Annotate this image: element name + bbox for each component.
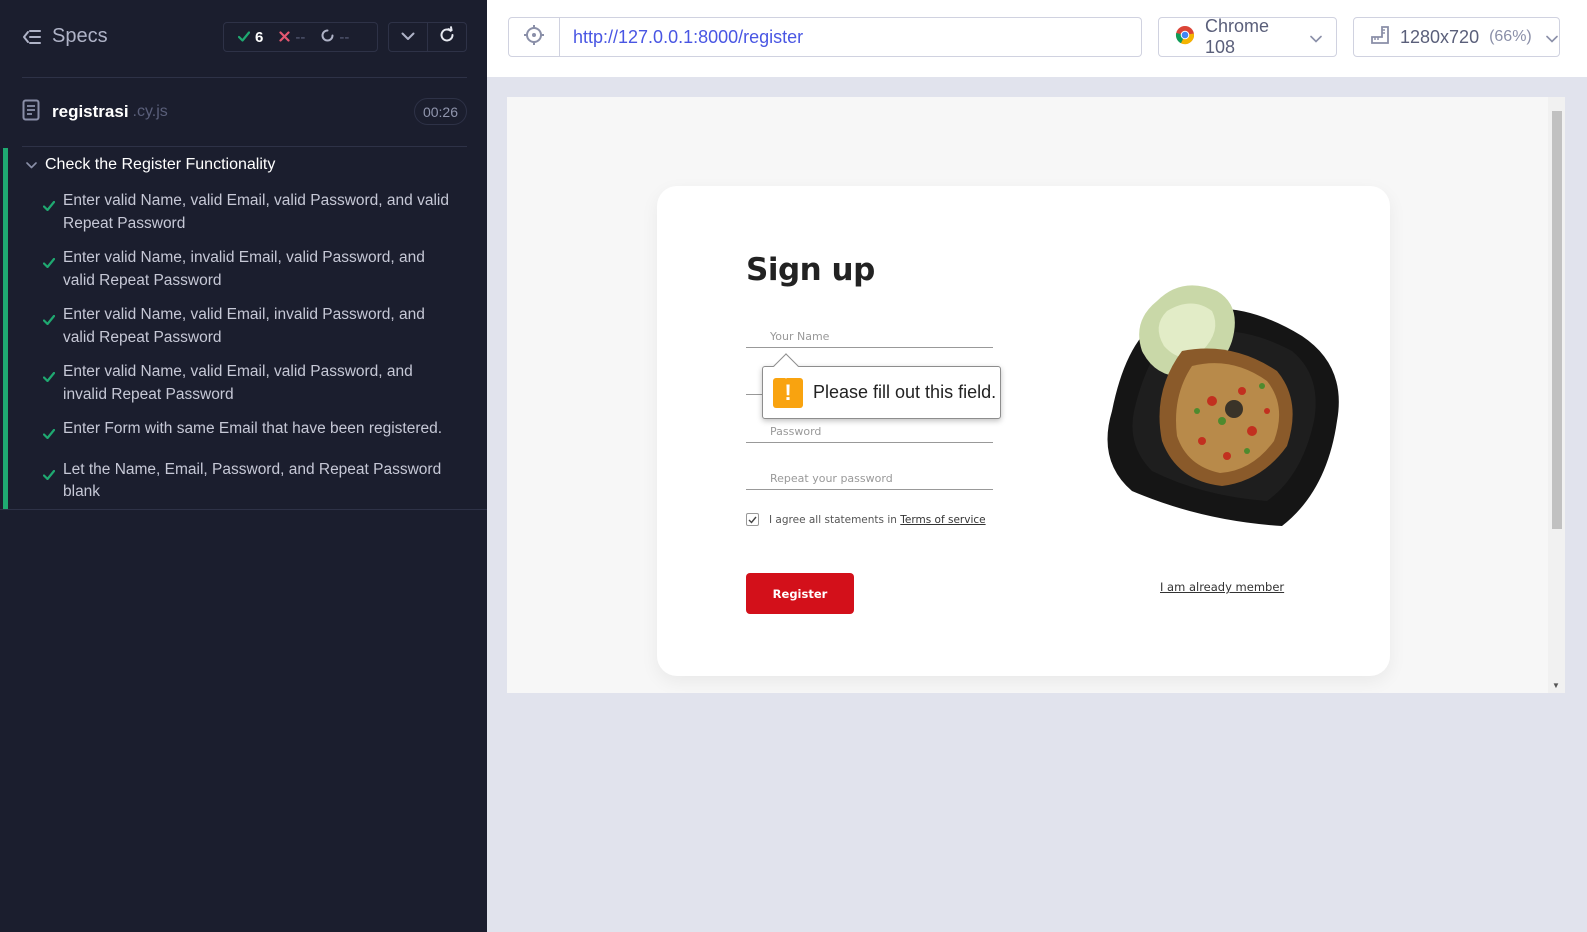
test-stats: 6 -- -- <box>223 22 378 52</box>
file-divider <box>22 146 467 147</box>
preview-scrollbar[interactable]: ▼ <box>1548 97 1565 693</box>
page-title: Sign up <box>746 252 875 288</box>
test-label: Enter valid Name, valid Email, valid Pas… <box>63 363 413 403</box>
test-label: Enter valid Name, invalid Email, valid P… <box>63 249 425 289</box>
refresh-icon <box>438 25 456 49</box>
scrollbar-thumb[interactable] <box>1552 111 1562 529</box>
header-divider <box>22 77 467 78</box>
passed-count: 6 <box>255 28 264 46</box>
viewport-selector[interactable]: 1280x720 (66%) <box>1353 17 1560 57</box>
pending-count: -- <box>339 28 350 46</box>
runner-controls <box>388 22 467 52</box>
chevron-down-icon <box>26 156 37 174</box>
browser-toolbar: http://127.0.0.1:8000/register Chrome 10… <box>487 0 1587 77</box>
pending-spinner-icon <box>321 29 334 46</box>
check-icon <box>42 424 56 447</box>
run-duration: 00:26 <box>414 98 467 125</box>
repeat-password-field[interactable] <box>746 460 993 490</box>
test-label: Let the Name, Email, Password, and Repea… <box>63 460 442 501</box>
suite-title: Check the Register Functionality <box>45 156 276 173</box>
passed-stat: 6 <box>237 28 264 46</box>
specs-list-icon <box>22 28 42 46</box>
test-list: Enter valid Name, valid Email, valid Pas… <box>8 190 478 516</box>
chevron-down-icon <box>1310 27 1322 48</box>
login-link[interactable]: I am already member <box>1160 580 1284 594</box>
agree-text: I agree all statements in <box>769 513 897 526</box>
validation-tooltip: ! Please fill out this field. <box>762 353 1001 419</box>
runner-header: Specs 6 -- -- <box>0 0 487 77</box>
terms-link[interactable]: Terms of service <box>900 514 985 526</box>
check-icon <box>237 29 251 46</box>
pending-stat: -- <box>321 29 349 46</box>
test-item[interactable]: Enter Form with same Email that have bee… <box>8 418 478 447</box>
spec-file-header: registrasi .cy.js 00:26 <box>22 97 467 127</box>
specs-button[interactable]: Specs <box>22 25 108 48</box>
check-icon <box>42 196 56 235</box>
suite-header[interactable]: Check the Register Functionality <box>26 156 275 174</box>
test-item[interactable]: Enter valid Name, invalid Email, valid P… <box>8 247 478 292</box>
failed-stat: -- <box>279 29 305 46</box>
food-image <box>1102 281 1342 531</box>
url-field[interactable]: http://127.0.0.1:8000/register <box>559 17 1142 57</box>
repeat-password-input[interactable] <box>746 472 993 485</box>
test-suite: Check the Register Functionality Enter v… <box>3 148 487 509</box>
password-input[interactable] <box>746 425 993 438</box>
crosshair-icon <box>523 24 545 51</box>
scroll-down-arrow-icon[interactable]: ▼ <box>1552 681 1560 690</box>
chevron-down-icon <box>1545 27 1558 48</box>
spec-file-name: registrasi <box>52 102 129 121</box>
validation-message: Please fill out this field. <box>813 382 997 402</box>
specs-label: Specs <box>52 25 108 47</box>
test-item[interactable]: Let the Name, Email, Password, and Repea… <box>8 459 478 504</box>
check-icon <box>42 367 56 406</box>
check-icon <box>42 253 56 292</box>
browser-selector[interactable]: Chrome 108 <box>1158 16 1337 57</box>
signup-card: Sign up I agree all statements in Terms … <box>657 186 1390 676</box>
viewport-scale: (66%) <box>1489 28 1532 45</box>
runner-sidebar: Specs 6 -- -- registrasi .cy.js 00:26 Ch… <box>0 0 487 932</box>
warning-icon: ! <box>773 377 803 408</box>
spec-file-extension: .cy.js <box>132 103 168 120</box>
check-icon <box>42 465 56 504</box>
viewport-size: 1280x720 <box>1400 26 1480 47</box>
terms-agreement: I agree all statements in Terms of servi… <box>746 513 986 526</box>
failed-count: -- <box>295 28 306 46</box>
test-item[interactable]: Enter valid Name, valid Email, valid Pas… <box>8 190 478 235</box>
name-input[interactable] <box>746 330 993 343</box>
document-icon <box>22 99 40 126</box>
test-label: Enter valid Name, valid Email, invalid P… <box>63 306 425 346</box>
test-item[interactable]: Enter valid Name, valid Email, valid Pas… <box>8 361 478 406</box>
test-label: Enter Form with same Email that have bee… <box>63 420 443 437</box>
suite-bottom-divider <box>0 509 487 510</box>
check-icon <box>42 310 56 349</box>
chrome-logo-icon <box>1175 25 1195 50</box>
selector-playground-button[interactable] <box>508 17 560 57</box>
test-label: Enter valid Name, valid Email, valid Pas… <box>63 192 449 232</box>
chevron-down-icon <box>401 28 415 46</box>
app-preview-frame: Sign up I agree all statements in Terms … <box>507 97 1565 693</box>
rerun-button[interactable] <box>427 23 466 51</box>
collapse-button[interactable] <box>389 23 427 51</box>
ruler-icon <box>1370 25 1390 50</box>
browser-name: Chrome 108 <box>1205 16 1270 57</box>
test-item[interactable]: Enter valid Name, valid Email, invalid P… <box>8 304 478 349</box>
register-button[interactable]: Register <box>746 573 854 614</box>
name-field[interactable] <box>746 318 993 348</box>
terms-checkbox[interactable] <box>746 513 759 526</box>
x-icon <box>279 29 290 46</box>
